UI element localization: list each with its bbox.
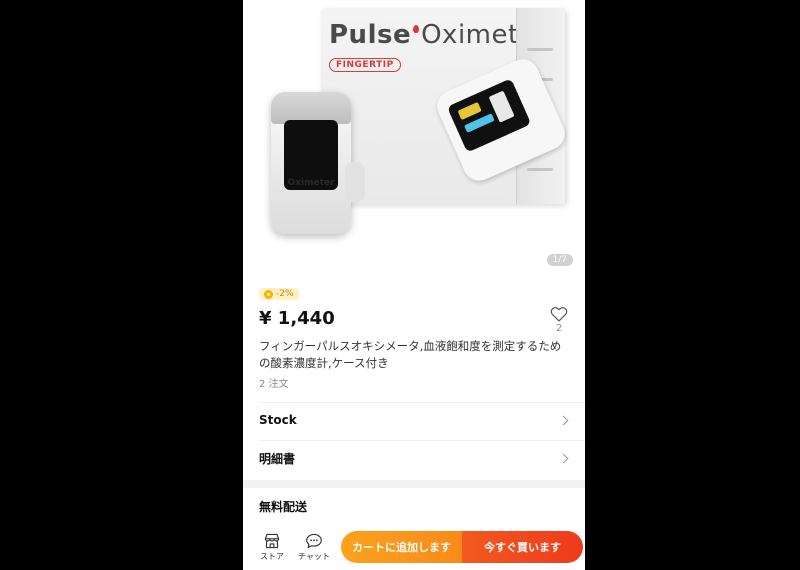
screen-reading: [457, 101, 482, 121]
add-to-cart-button[interactable]: カートに追加します: [341, 531, 462, 563]
product-title: フィンガーパルスオキシメータ,血液飽和度を測定するための酸素濃度計,ケース付き: [259, 339, 562, 370]
device-clip: [345, 162, 365, 202]
box-side-mark: [527, 168, 553, 171]
store-icon: [264, 533, 280, 548]
product-page: Pulse Oximeter FINGERTIP Oximeter 1/7 -2…: [243, 0, 585, 570]
specification-label: 明細書: [259, 451, 296, 466]
coin-icon: [264, 289, 273, 299]
discount-badge-text: -2%: [276, 289, 294, 299]
chevron-right-icon: [558, 415, 569, 425]
chevron-right-icon: [558, 453, 569, 463]
box-brand-part1: Pulse: [329, 20, 412, 50]
box-side-mark: [527, 48, 553, 51]
buy-now-button[interactable]: 今すぐ買います: [462, 531, 583, 563]
bottom-action-bar: ストア チャット カートに追加します 今すぐ買います: [243, 524, 585, 570]
section-gap: [243, 480, 585, 488]
chat-icon: [306, 533, 322, 548]
chat-button[interactable]: チャット: [293, 533, 335, 562]
device-label: Oximeter: [287, 178, 335, 188]
heart-icon: [550, 307, 568, 322]
product-price: ¥ 1,440: [259, 308, 335, 329]
store-button[interactable]: ストア: [251, 533, 293, 562]
shipping-label: 無料配送: [259, 500, 308, 514]
favorite-button[interactable]: 2: [547, 306, 571, 334]
specification-row[interactable]: 明細書: [259, 441, 571, 475]
oximeter-device-image: Oximeter: [271, 92, 365, 234]
stock-label: Stock: [259, 413, 297, 427]
favorite-count: 2: [555, 323, 563, 334]
box-fingertip-badge: FINGERTIP: [329, 58, 401, 72]
order-count: 2 注文: [259, 379, 289, 390]
stock-row[interactable]: Stock: [259, 403, 571, 437]
oximeter-screen-lit: [446, 78, 532, 153]
image-counter: 1/7: [546, 254, 573, 266]
discount-badge: -2%: [259, 288, 299, 300]
purchase-buttons: カートに追加します 今すぐ買います: [341, 531, 583, 563]
store-label: ストア: [260, 551, 284, 561]
chat-label: チャット: [298, 551, 330, 561]
blood-drop-icon: [413, 25, 420, 34]
product-image-gallery[interactable]: Pulse Oximeter FINGERTIP Oximeter 1/7: [243, 0, 585, 280]
box-brand-text: Pulse Oximeter: [329, 20, 546, 50]
